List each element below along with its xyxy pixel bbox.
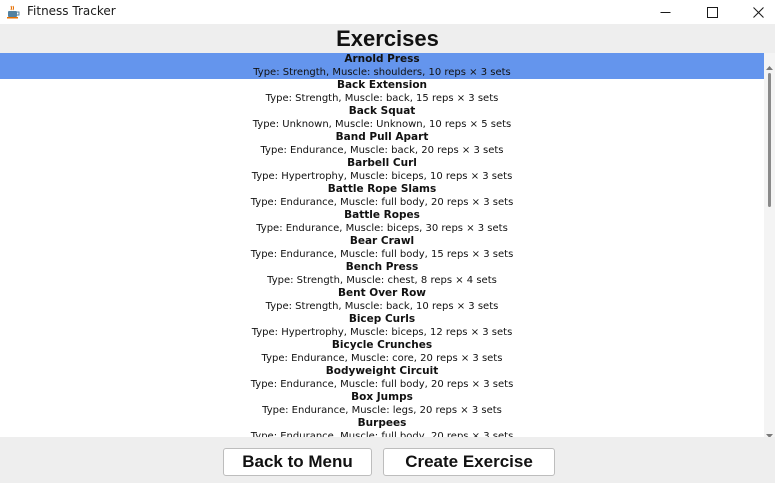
list-item[interactable]: Battle Rope Slams Type: Endurance, Muscle…: [0, 183, 764, 209]
list-item[interactable]: Bear Crawl Type: Endurance, Muscle: full …: [0, 235, 764, 261]
close-icon: [752, 6, 764, 18]
list-item[interactable]: Battle Ropes Type: Endurance, Muscle: bic…: [0, 209, 764, 235]
scroll-down-icon[interactable]: [766, 426, 773, 438]
exercise-detail: Type: Strength, Muscle: shoulders, 10 re…: [253, 67, 511, 78]
exercise-name: Battle Rope Slams: [327, 183, 437, 195]
minimize-button[interactable]: [642, 0, 688, 24]
list-item[interactable]: Back Extension Type: Strength, Muscle: ba…: [0, 79, 764, 105]
exercise-detail: Type: Strength, Muscle: chest, 8 reps × …: [267, 275, 497, 286]
minimize-icon: [660, 7, 671, 18]
exercise-detail: Type: Endurance, Muscle: core, 20 reps ×…: [261, 353, 503, 364]
exercise-detail: Type: Endurance, Muscle: full body, 20 r…: [250, 197, 514, 208]
list-item[interactable]: Bent Over Row Type: Strength, Muscle: bac…: [0, 287, 764, 313]
exercise-detail: Type: Hypertrophy, Muscle: biceps, 12 re…: [251, 327, 513, 338]
exercise-name: Bodyweight Circuit: [325, 365, 439, 377]
close-button[interactable]: [735, 0, 775, 24]
exercise-name: Band Pull Apart: [335, 131, 429, 143]
exercise-name: Battle Ropes: [344, 209, 420, 221]
exercise-detail: Type: Unknown, Muscle: Unknown, 10 reps …: [252, 119, 512, 130]
scroll-thumb[interactable]: [768, 73, 771, 207]
exercise-detail: Type: Strength, Muscle: back, 15 reps × …: [265, 93, 499, 104]
list-item[interactable]: Barbell Curl Type: Hypertrophy, Muscle: b…: [0, 157, 764, 183]
exercise-list[interactable]: Arnold Press Type: Strength, Muscle: shou…: [0, 53, 764, 437]
list-item[interactable]: Burpees Type: Endurance, Muscle: full bod…: [0, 417, 764, 437]
exercise-name: Burpees: [357, 417, 407, 429]
scroll-up-icon[interactable]: [766, 58, 773, 70]
exercise-name: Bear Crawl: [349, 235, 415, 247]
page-title: Exercises: [336, 26, 439, 51]
list-item[interactable]: Arnold Press Type: Strength, Muscle: shou…: [0, 53, 764, 79]
exercise-detail: Type: Endurance, Muscle: legs, 20 reps ×…: [262, 405, 502, 416]
vertical-scrollbar[interactable]: [764, 53, 775, 438]
title-bar[interactable]: Fitness Tracker: [0, 0, 775, 24]
exercise-name: Back Squat: [348, 105, 416, 117]
list-item[interactable]: Bicep Curls Type: Hypertrophy, Muscle: bi…: [0, 313, 764, 339]
exercise-detail: Type: Endurance, Muscle: full body, 20 r…: [250, 379, 514, 390]
exercise-detail: Type: Endurance, Muscle: biceps, 30 reps…: [256, 223, 508, 234]
exercise-name: Bench Press: [345, 261, 419, 273]
exercise-name: Back Extension: [336, 79, 428, 91]
list-item[interactable]: Bicycle Crunches Type: Endurance, Muscle:…: [0, 339, 764, 365]
list-item[interactable]: Box Jumps Type: Endurance, Muscle: legs, …: [0, 391, 764, 417]
exercise-detail: Type: Endurance, Muscle: full body, 15 r…: [250, 249, 514, 260]
exercise-detail: Type: Endurance, Muscle: full body, 20 r…: [250, 431, 514, 437]
list-item[interactable]: Bodyweight Circuit Type: Endurance, Muscl…: [0, 365, 764, 391]
list-item[interactable]: Back Squat Type: Unknown, Muscle: Unknown…: [0, 105, 764, 131]
list-item[interactable]: Bench Press Type: Strength, Muscle: chest…: [0, 261, 764, 287]
exercise-name: Box Jumps: [351, 391, 413, 403]
exercise-detail: Type: Endurance, Muscle: back, 20 reps ×…: [260, 145, 504, 156]
create-exercise-button[interactable]: Create Exercise: [383, 448, 555, 476]
app-icon: [5, 4, 21, 20]
exercise-name: Bicep Curls: [348, 313, 416, 325]
exercise-name: Bicycle Crunches: [331, 339, 433, 351]
exercise-name: Barbell Curl: [347, 157, 417, 169]
exercise-detail: Type: Hypertrophy, Muscle: biceps, 10 re…: [251, 171, 513, 182]
app-window: Fitness Tracker Exercises Arnold Press Ty…: [0, 0, 775, 483]
maximize-icon: [706, 6, 718, 18]
list-item[interactable]: Band Pull Apart Type: Endurance, Muscle: …: [0, 131, 764, 157]
exercise-name: Bent Over Row: [338, 287, 426, 299]
button-bar: Back to Menu Create Exercise: [0, 437, 775, 483]
exercise-name: Arnold Press: [344, 53, 420, 65]
exercise-detail: Type: Strength, Muscle: back, 10 reps × …: [265, 301, 499, 312]
window-title: Fitness Tracker: [27, 4, 116, 18]
back-to-menu-button[interactable]: Back to Menu: [223, 448, 372, 476]
maximize-button[interactable]: [689, 0, 735, 24]
